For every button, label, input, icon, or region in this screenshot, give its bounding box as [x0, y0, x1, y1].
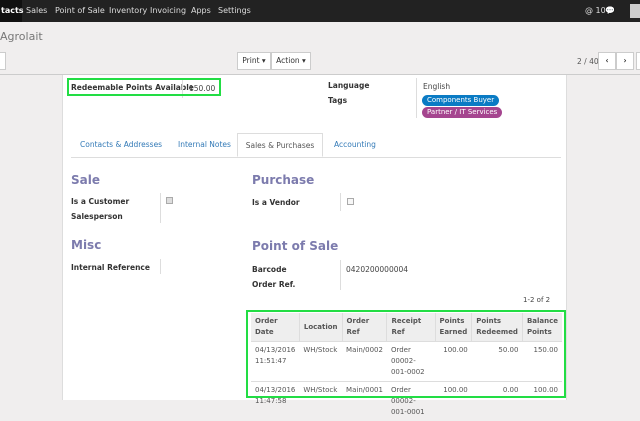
language-value[interactable]: English	[423, 82, 450, 91]
loyalty-history-table: Order Date Location Order Ref Receipt Re…	[251, 313, 562, 421]
cell-location: WH/Stock	[299, 382, 342, 421]
print-button[interactable]: Print ▾	[237, 52, 271, 70]
cell-points-earned: 100.00	[435, 382, 472, 421]
chat-icon[interactable]: 💬	[605, 0, 615, 22]
nav-invoicing[interactable]: Invoicing	[150, 0, 186, 22]
nav-apps[interactable]: Apps	[191, 0, 211, 22]
internal-reference-label: Internal Reference	[71, 263, 150, 272]
avatar[interactable]	[630, 4, 640, 18]
at-icon: @	[585, 6, 593, 15]
nav-point-of-sale[interactable]: Point of Sale	[55, 0, 105, 22]
table-pager: 1-2 of 2	[523, 296, 550, 304]
col-points-redeemed[interactable]: Points Redeemed	[472, 313, 523, 342]
cell-order-date: 04/13/2016 11:51:47	[251, 342, 299, 382]
col-order-ref[interactable]: Order Ref	[342, 313, 387, 342]
nav-contacts[interactable]: tacts	[0, 0, 22, 22]
control-panel: Agrolait Print ▾ Action ▾ 2 / 40 ‹ ›	[0, 22, 640, 75]
nav-settings[interactable]: Settings	[218, 0, 251, 22]
is-customer-label: Is a Customer	[71, 197, 129, 206]
col-location[interactable]: Location	[299, 313, 342, 342]
highlight-box	[67, 78, 221, 96]
cell-points-redeemed: 0.00	[472, 382, 523, 421]
next-button[interactable]: ›	[616, 52, 634, 70]
purchase-heading: Purchase	[252, 173, 314, 187]
cell-receipt-ref: Order 00002-001-0002	[387, 342, 435, 382]
tags-label: Tags	[328, 96, 347, 105]
top-navbar: tacts Sales Point of Sale Inventory Invo…	[0, 0, 640, 22]
nav-inventory[interactable]: Inventory	[109, 0, 147, 22]
create-button[interactable]	[636, 52, 640, 70]
cell-points-earned: 100.00	[435, 342, 472, 382]
col-order-date[interactable]: Order Date	[251, 313, 299, 342]
cell-receipt-ref: Order 00002-001-0001	[387, 382, 435, 421]
tag-partner-it-services[interactable]: Partner / IT Services	[422, 107, 502, 118]
salesperson-label: Salesperson	[71, 212, 123, 221]
table-row[interactable]: 04/13/2016 11:47:58 WH/Stock Main/0001 O…	[251, 382, 562, 421]
tab-internal-notes[interactable]: Internal Notes	[178, 133, 231, 157]
breadcrumb[interactable]: Agrolait	[0, 30, 43, 43]
cell-balance-points: 100.00	[522, 382, 562, 421]
tag-components-buyer[interactable]: Components Buyer	[422, 95, 499, 106]
cell-location: WH/Stock	[299, 342, 342, 382]
cell-order-ref: Main/0002	[342, 342, 387, 382]
is-vendor-checkbox[interactable]	[347, 198, 354, 205]
col-balance-points[interactable]: Balance Points	[522, 313, 562, 342]
tab-contacts-addresses[interactable]: Contacts & Addresses	[80, 133, 162, 157]
col-points-earned[interactable]: Points Earned	[435, 313, 472, 342]
barcode-label: Barcode	[252, 265, 287, 274]
table-row[interactable]: 04/13/2016 11:51:47 WH/Stock Main/0002 O…	[251, 342, 562, 382]
messages-button[interactable]: @ 10	[585, 0, 606, 22]
cell-order-ref: Main/0001	[342, 382, 387, 421]
language-label: Language	[328, 81, 369, 90]
table-header-row: Order Date Location Order Ref Receipt Re…	[251, 313, 562, 342]
is-vendor-label: Is a Vendor	[252, 198, 300, 207]
misc-heading: Misc	[71, 238, 101, 252]
sale-heading: Sale	[71, 173, 100, 187]
cell-balance-points: 150.00	[522, 342, 562, 382]
col-receipt-ref[interactable]: Receipt Ref	[387, 313, 435, 342]
barcode-value[interactable]: 0420200000004	[346, 265, 408, 274]
action-button[interactable]: Action ▾	[271, 52, 311, 70]
order-ref-label: Order Ref.	[252, 280, 295, 289]
tab-accounting[interactable]: Accounting	[334, 133, 376, 157]
tabs-divider	[71, 157, 561, 158]
cell-order-date: 04/13/2016 11:47:58	[251, 382, 299, 421]
previous-button[interactable]: ‹	[598, 52, 616, 70]
pager: 2 / 40	[577, 57, 599, 66]
tab-sales-purchases[interactable]: Sales & Purchases	[237, 133, 323, 157]
cell-points-redeemed: 50.00	[472, 342, 523, 382]
is-customer-checkbox[interactable]	[166, 197, 173, 204]
point-of-sale-heading: Point of Sale	[252, 239, 338, 253]
nav-sales[interactable]: Sales	[26, 0, 47, 22]
edit-button[interactable]	[0, 52, 6, 70]
